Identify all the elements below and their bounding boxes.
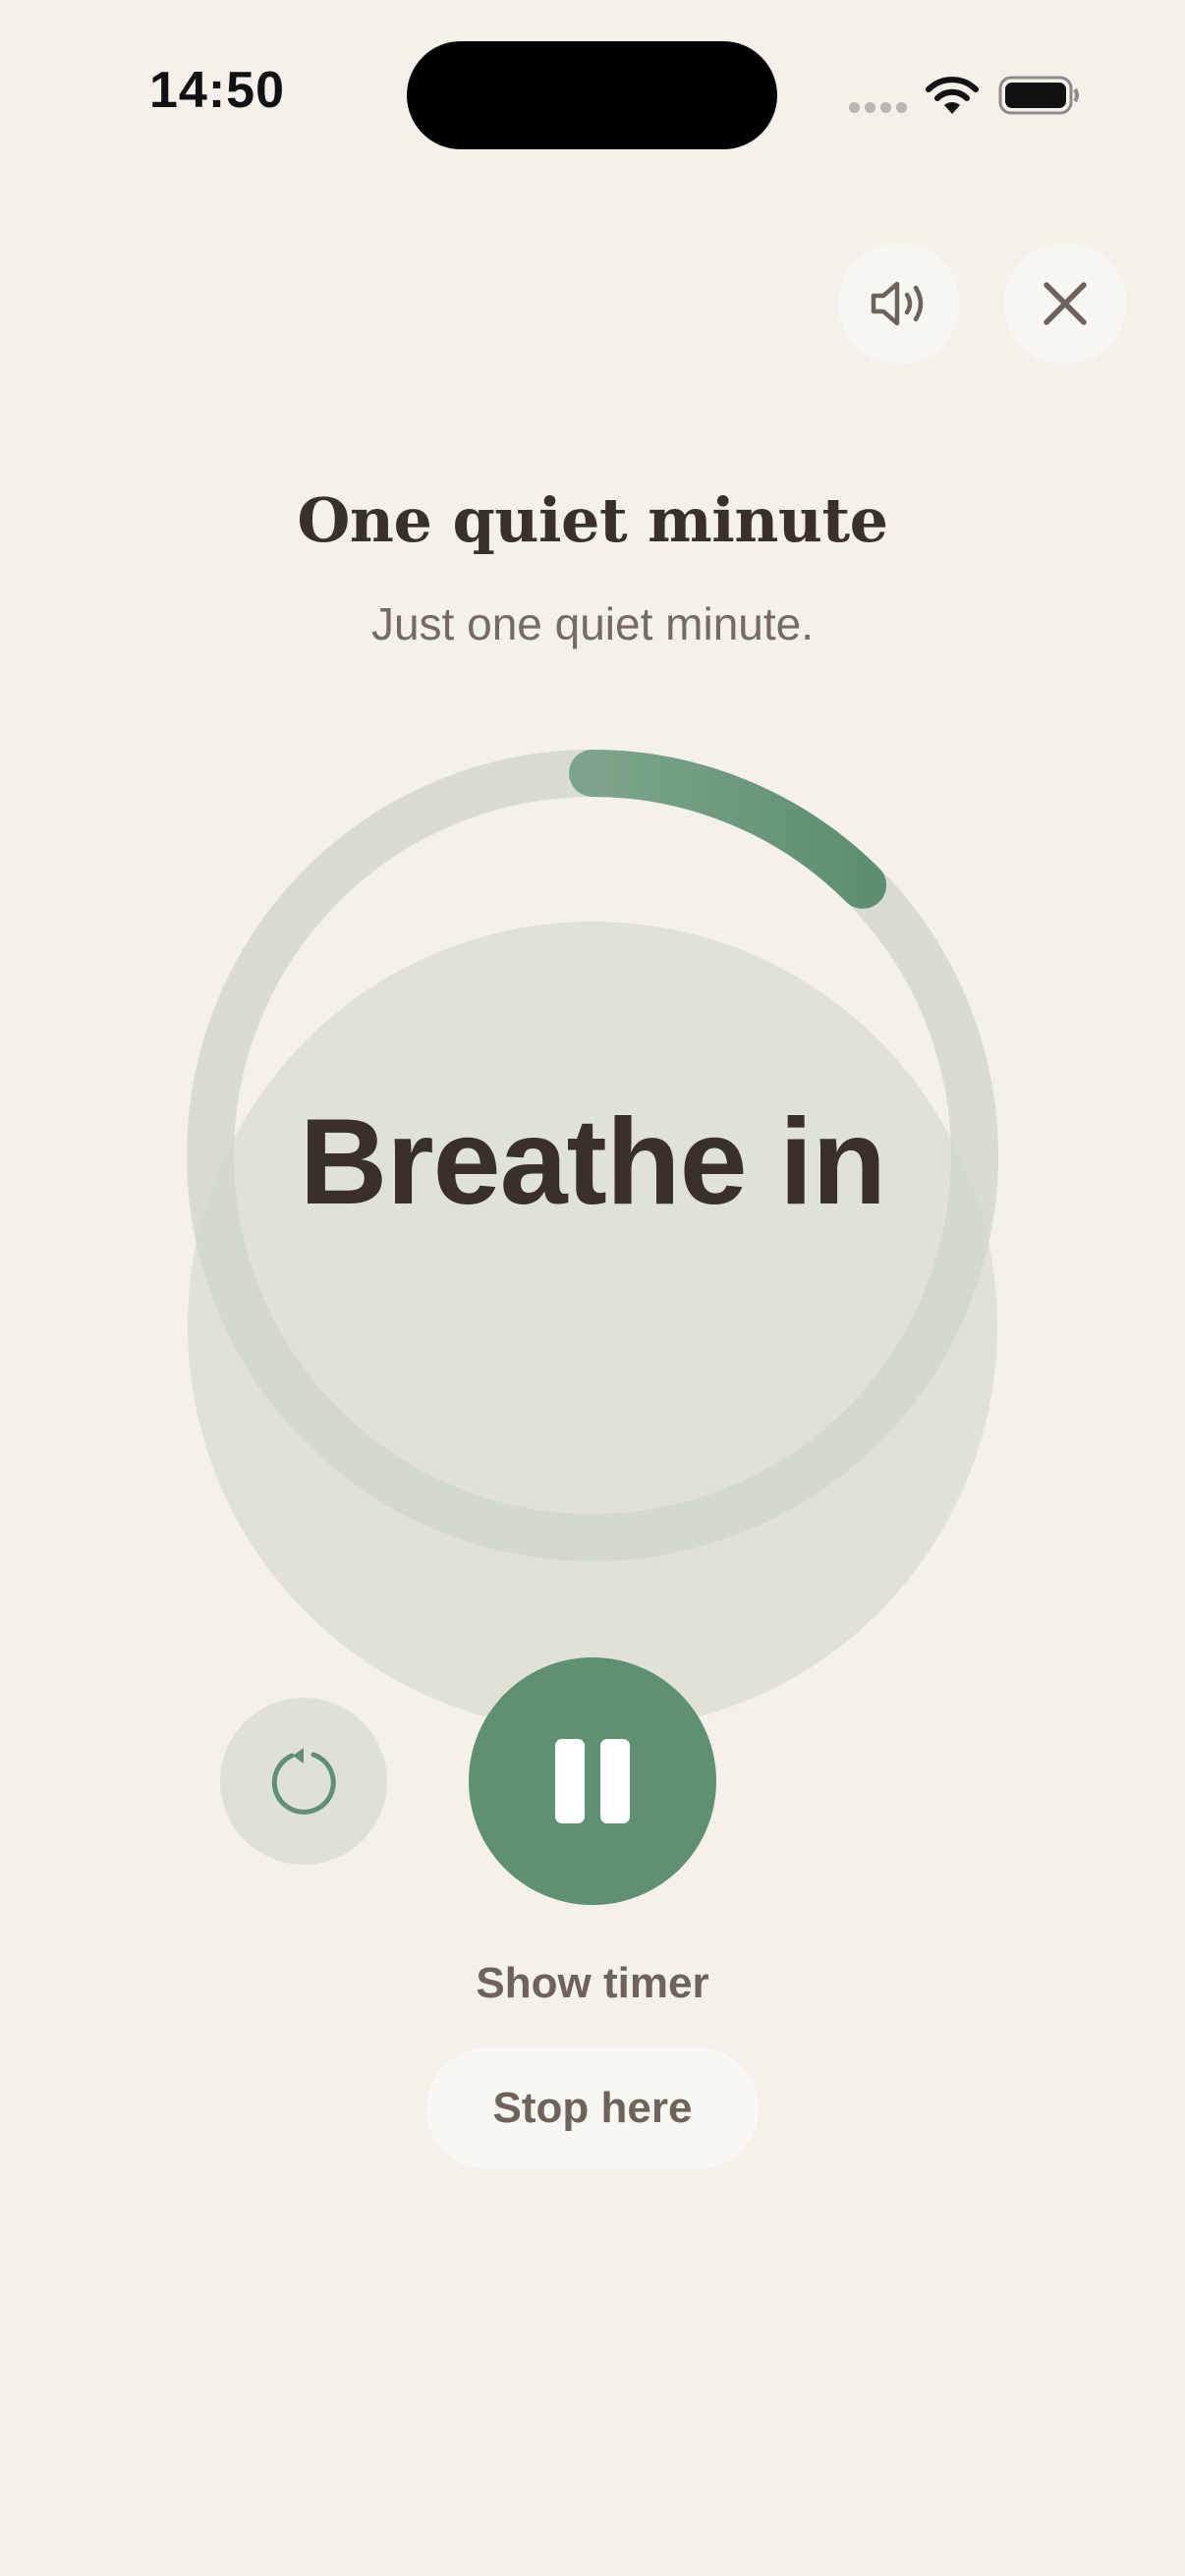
restart-button[interactable] (220, 1698, 387, 1865)
breath-phase-label: Breathe in (299, 1094, 886, 1230)
progress-ring-fill (569, 750, 887, 909)
breathing-visual (187, 750, 998, 1731)
pause-icon (555, 1739, 585, 1823)
restart-icon (271, 1748, 336, 1815)
sound-toggle-button[interactable] (838, 243, 960, 364)
breathing-session-screen: 14:50 One quiet minute Just one quiet mi… (0, 0, 1185, 2576)
dynamic-island (407, 41, 777, 149)
close-button[interactable] (1004, 243, 1126, 364)
expanding-breath-circle (188, 922, 997, 1731)
show-timer-link[interactable]: Show timer (0, 1959, 1185, 2008)
wifi-icon (926, 77, 979, 114)
cellular-signal-icon (849, 102, 908, 116)
speaker-icon (871, 281, 924, 326)
battery-icon (998, 76, 1079, 115)
stop-here-button[interactable]: Stop here (426, 2047, 759, 2169)
session-title: One quiet minute (297, 484, 888, 556)
status-bar-time: 14:50 (149, 62, 285, 119)
close-icon (1044, 282, 1087, 325)
session-subtitle: Just one quiet minute. (370, 598, 815, 649)
pause-button[interactable] (469, 1657, 716, 1905)
